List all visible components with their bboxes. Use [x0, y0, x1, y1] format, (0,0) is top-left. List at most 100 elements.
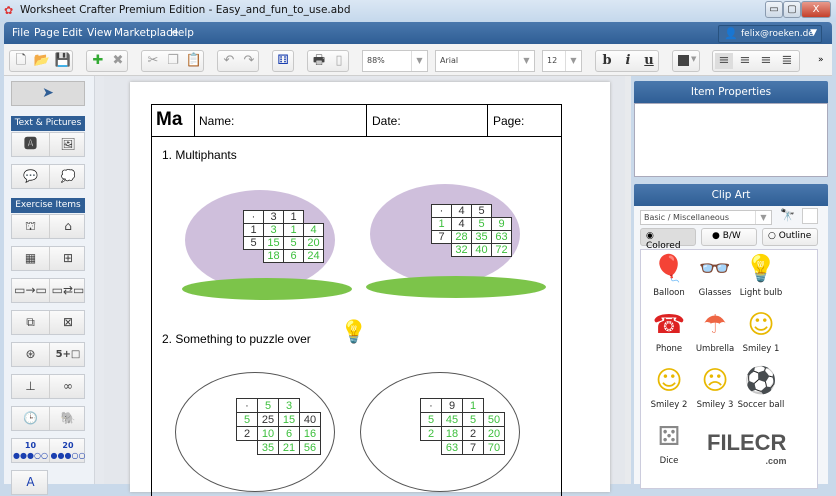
grid-cell[interactable]: 63 — [441, 440, 463, 455]
grid-cell[interactable]: 2 — [236, 426, 258, 441]
grid-cell[interactable]: 21 — [278, 440, 300, 455]
date-field[interactable]: Date: — [372, 114, 401, 128]
grid-cell[interactable]: 18 — [263, 249, 284, 263]
number-house-icon[interactable]: ⌂ — [49, 215, 86, 238]
grid-cell[interactable]: 15 — [263, 236, 284, 250]
clip-smiley-1[interactable]: ☺ Smiley 1 — [733, 306, 789, 354]
grid-cell[interactable]: 3 — [263, 223, 284, 237]
speech-bubble-icon[interactable]: 💬 — [12, 165, 49, 188]
page-preview-icon[interactable]: ▯ — [330, 53, 348, 69]
equation-icon[interactable]: 5+□ — [49, 343, 86, 366]
grid-cell[interactable]: 2 — [420, 426, 442, 441]
grid-cell[interactable]: 4 — [451, 204, 472, 218]
page-field[interactable]: Page: — [493, 114, 524, 128]
grid-cell[interactable]: 2 — [462, 426, 484, 441]
align-center-icon[interactable]: ≡ — [736, 53, 754, 69]
grid-cell[interactable]: 15 — [278, 412, 300, 427]
grid-cell[interactable]: 4 — [451, 217, 472, 231]
grid-cell[interactable]: 35 — [257, 440, 279, 455]
italic-button[interactable]: i — [619, 53, 637, 69]
align-justify-icon[interactable]: ≣ — [778, 53, 796, 69]
grid-cell[interactable]: 5 — [257, 398, 279, 413]
menu-page[interactable]: Page — [34, 27, 59, 39]
grid-cell[interactable]: 56 — [299, 440, 321, 455]
menu-view[interactable]: View — [87, 27, 112, 39]
text-tool-icon[interactable]: 🅰 — [12, 133, 49, 156]
cross-flow-icon[interactable]: ⊠ — [49, 311, 86, 334]
chevron-down-icon[interactable]: ▼ — [810, 28, 817, 38]
grid-cell[interactable]: 45 — [441, 412, 463, 427]
bead-chain-icon[interactable]: ∞ — [49, 375, 86, 398]
maximize-button[interactable]: ▢ — [783, 1, 801, 18]
menu-edit[interactable]: Edit — [62, 27, 82, 39]
clip-soccer-ball[interactable]: ⚽ Soccer ball — [733, 362, 789, 410]
grid-cell[interactable]: 6 — [278, 426, 300, 441]
grid-cell[interactable]: 1 — [283, 210, 304, 224]
clip-light-bulb[interactable]: 💡 Light bulb — [733, 250, 789, 298]
grid-cell[interactable]: 35 — [471, 230, 492, 244]
letter-tool-icon[interactable]: A — [12, 471, 49, 494]
grid-cell[interactable]: 1 — [243, 223, 264, 237]
grid-cell[interactable]: 5 — [471, 204, 492, 218]
grid-cell[interactable]: 5 — [283, 236, 304, 250]
search-input[interactable] — [802, 208, 818, 224]
grid-cell[interactable]: 40 — [471, 243, 492, 257]
image-tool-icon[interactable]: 🖼 — [49, 133, 86, 156]
grid-cell[interactable]: · — [236, 398, 258, 413]
sidebar-scrollbar[interactable] — [94, 76, 104, 484]
ten-dots-icon[interactable]: 10 ●●●○○ — [12, 439, 49, 462]
category-select[interactable]: Basic / Miscellaneous ▼ — [640, 210, 772, 225]
grid-cell[interactable]: 72 — [491, 243, 512, 257]
underline-button[interactable]: u — [640, 53, 658, 69]
grid-cell[interactable]: 70 — [483, 440, 505, 455]
grid-cell[interactable]: 25 — [257, 412, 279, 427]
dice-icon[interactable]: ⚅ — [274, 53, 292, 69]
grid-cell[interactable]: 18 — [441, 426, 463, 441]
grid-cell[interactable]: · — [243, 210, 264, 224]
number-pyramid-icon[interactable]: ⛫ — [12, 215, 49, 238]
bold-button[interactable]: b — [598, 53, 616, 69]
grid-cell[interactable]: 3 — [278, 398, 300, 413]
clip-dice[interactable]: ⚄ Dice — [641, 418, 697, 466]
save-icon[interactable]: 💾 — [54, 53, 72, 69]
grid-cell[interactable]: 28 — [451, 230, 472, 244]
outline-button[interactable]: ○ Outline — [762, 228, 818, 246]
menu-help[interactable]: Help — [170, 27, 194, 39]
open-folder-icon[interactable]: 📂 — [33, 53, 51, 69]
grid-cell[interactable]: · — [431, 204, 452, 218]
grid-cell[interactable]: 63 — [491, 230, 512, 244]
grid-cell[interactable]: 1 — [431, 217, 452, 231]
grid-cell[interactable]: 40 — [299, 412, 321, 427]
table-icon[interactable]: ⊞ — [49, 247, 86, 270]
pointer-tool[interactable]: ➤ — [11, 81, 85, 106]
font-select[interactable]: Arial ▼ — [435, 50, 535, 72]
grid-cell[interactable]: 5 — [462, 412, 484, 427]
grid-cell[interactable]: 20 — [303, 236, 324, 250]
grid-cell[interactable]: 10 — [257, 426, 279, 441]
minimize-button[interactable]: ▭ — [765, 1, 783, 18]
cut-icon[interactable]: ✂ — [144, 53, 162, 69]
grid-cell[interactable]: 5 — [471, 217, 492, 231]
multiphant-icon[interactable]: 🐘 — [49, 407, 86, 430]
name-field[interactable]: Name: — [199, 114, 234, 128]
new-file-icon[interactable]: 🗋 — [12, 53, 30, 69]
twenty-dots-icon[interactable]: 20 ●●●○○ — [49, 439, 86, 462]
grid-cell[interactable]: 32 — [451, 243, 472, 257]
color-picker[interactable]: ▼ — [672, 50, 700, 72]
align-left-icon[interactable]: ≡ — [715, 53, 733, 69]
ruler-icon[interactable]: ⊥ — [12, 375, 49, 398]
grid-cell[interactable]: 50 — [483, 412, 505, 427]
grid-cell[interactable]: 3 — [263, 210, 284, 224]
print-icon[interactable]: 🖶 — [310, 53, 328, 69]
user-account-button[interactable]: 👤 felix@roeken.de ▼ — [718, 25, 822, 43]
redo-icon[interactable]: ↷ — [240, 53, 258, 69]
grid-cell[interactable]: 7 — [462, 440, 484, 455]
add-page-icon[interactable]: ✚ — [89, 53, 107, 69]
grid-cell[interactable]: 4 — [303, 223, 324, 237]
grid-cell[interactable]: 9 — [491, 217, 512, 231]
menu-file[interactable]: File — [12, 27, 30, 39]
grid-cell[interactable]: 1 — [283, 223, 304, 237]
grid-cell[interactable]: 5 — [420, 412, 442, 427]
grid-cell[interactable]: 6 — [283, 249, 304, 263]
grid-cell[interactable]: 24 — [303, 249, 324, 263]
